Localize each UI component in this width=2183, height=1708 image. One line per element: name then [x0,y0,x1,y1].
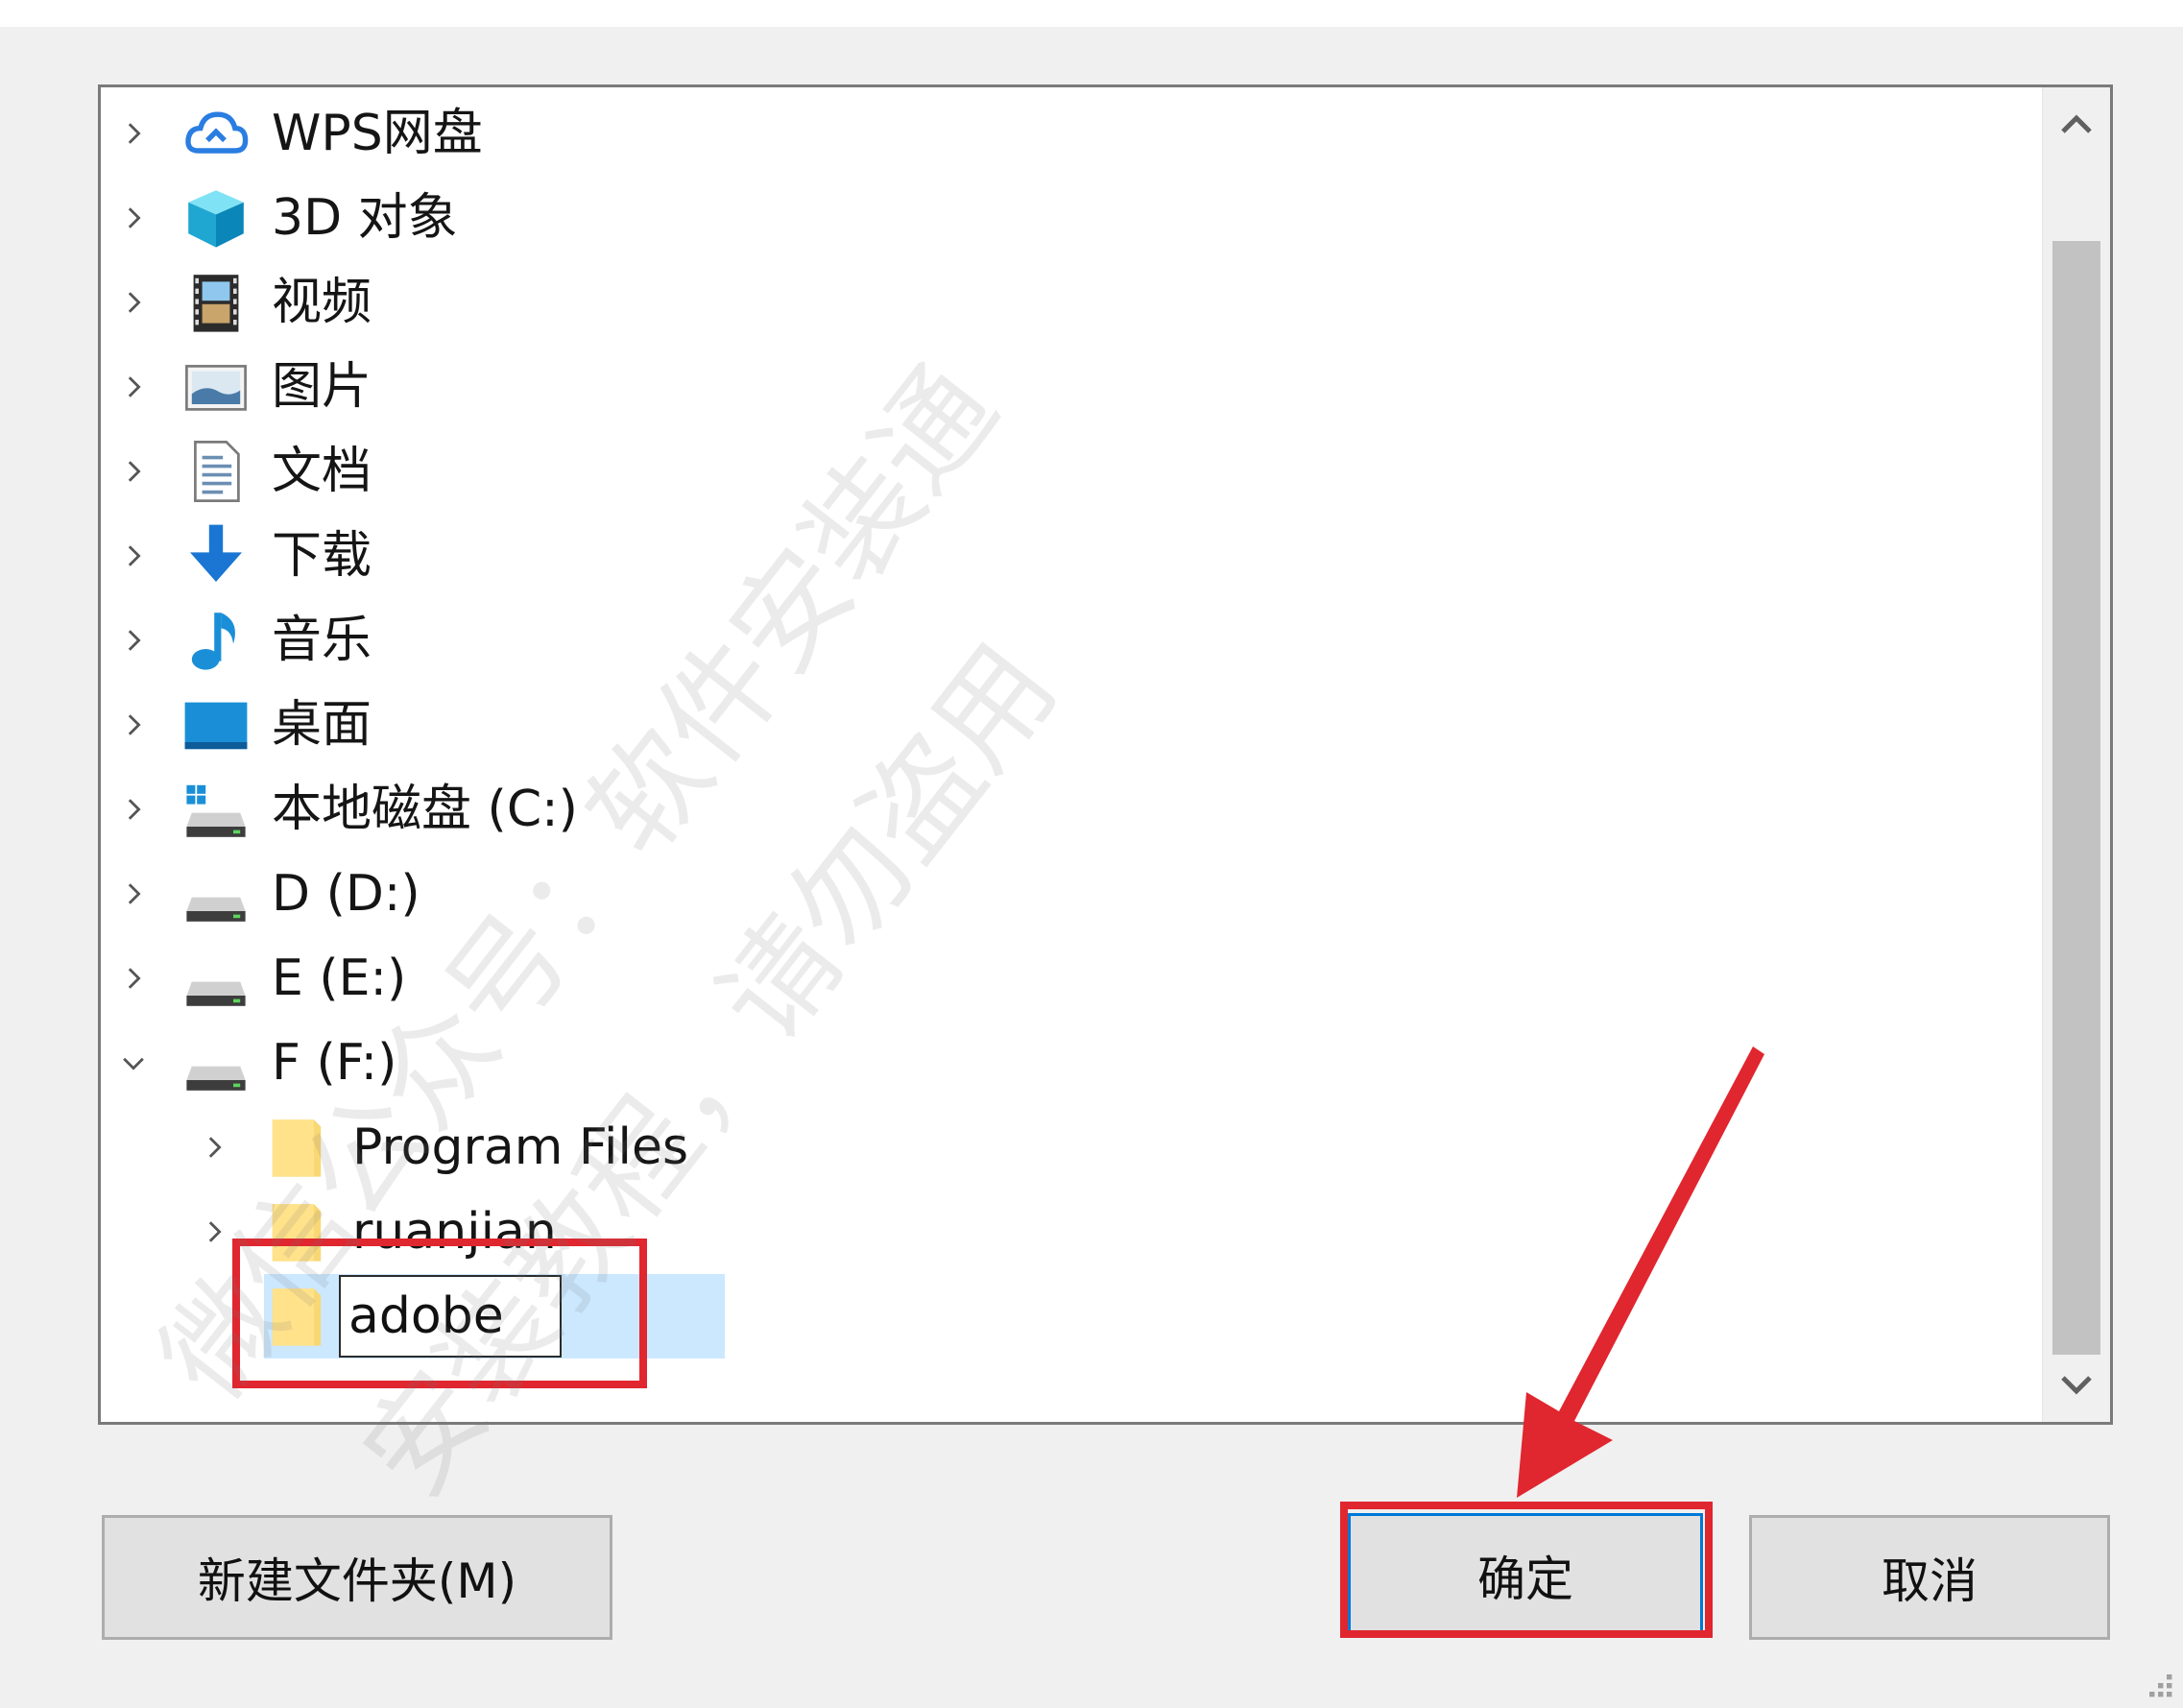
tree-item-label: WPS网盘 [272,105,483,162]
video-film-icon [181,268,251,337]
tree-item-label: E (E:) [272,950,407,1007]
cloud-icon [181,99,251,168]
chevron-right-icon[interactable] [112,91,155,176]
system-drive-icon [181,775,251,844]
tree-item-label: ruanjian [352,1203,557,1261]
new-folder-button[interactable]: 新建文件夹(M) [102,1515,612,1640]
chevron-right-icon[interactable] [112,176,155,260]
tree-item-label: F (F:) [272,1034,397,1092]
folder-icon [262,1282,331,1351]
drive-icon [181,944,251,1013]
tree-item-label: 桌面 [272,696,372,754]
tree-item-label: 本地磁盘 (C:) [272,781,578,838]
chevron-right-icon[interactable] [112,429,155,514]
tree-item-drive-e[interactable]: E (E:) [101,936,2045,1021]
chevron-down-icon[interactable] [112,1021,155,1105]
vertical-scrollbar[interactable] [2042,87,2110,1422]
tree-item-downloads[interactable]: 下载 [101,514,2045,598]
ok-button[interactable]: 确定 [1348,1513,1703,1638]
chevron-right-icon[interactable] [112,260,155,345]
browse-folder-dialog: WPS网盘 3D 对象 视频 图片 文档 下载 音乐 桌面 本地磁盘 (C:) … [0,0,2183,1708]
chevron-right-icon[interactable] [112,936,155,1021]
folder-tree[interactable]: WPS网盘 3D 对象 视频 图片 文档 下载 音乐 桌面 本地磁盘 (C:) … [98,84,2113,1425]
tree-item-3d-objects[interactable]: 3D 对象 [101,176,2045,260]
drive-icon [181,1028,251,1097]
chevron-right-icon[interactable] [112,598,155,683]
rename-folder-input[interactable] [339,1275,562,1358]
chevron-right-icon[interactable] [112,683,155,767]
chevron-up-icon [2061,114,2092,133]
documents-icon [181,437,251,506]
chevron-right-icon[interactable] [193,1105,235,1190]
tree-item-desktop[interactable]: 桌面 [101,683,2045,767]
tree-item-label: 图片 [272,358,372,416]
folder-icon [262,1113,331,1182]
tree-item-label: 下载 [272,527,372,585]
tree-item-program-files[interactable]: Program Files [101,1105,2045,1190]
resize-grip-icon[interactable] [2141,1666,2175,1700]
drive-icon [181,859,251,928]
tree-item-label: 视频 [272,274,372,331]
tree-item-pictures[interactable]: 图片 [101,345,2045,429]
tree-item-label: Program Files [352,1119,689,1176]
chevron-right-icon[interactable] [112,852,155,936]
cancel-button[interactable]: 取消 [1749,1515,2110,1640]
pictures-icon [181,352,251,421]
tree-item-music[interactable]: 音乐 [101,598,2045,683]
tree-item-label: D (D:) [272,865,420,923]
chevron-right-icon[interactable] [112,767,155,852]
tree-item-videos[interactable]: 视频 [101,260,2045,345]
tree-item-drive-c[interactable]: 本地磁盘 (C:) [101,767,2045,852]
tree-item-ruanjian[interactable]: ruanjian [101,1190,2045,1274]
scroll-up-button[interactable] [2043,87,2110,164]
chevron-right-icon[interactable] [112,514,155,598]
tree-item-label: 音乐 [272,612,372,669]
tree-item-label: 文档 [272,443,372,500]
scroll-down-button[interactable] [2043,1345,2110,1422]
desktop-icon [181,690,251,759]
download-arrow-icon [181,521,251,590]
folder-icon [262,1197,331,1266]
music-note-icon [181,606,251,675]
chevron-right-icon[interactable] [112,345,155,429]
scroll-thumb[interactable] [2052,241,2100,1355]
dialog-top-edge [0,0,2183,27]
tree-item-documents[interactable]: 文档 [101,429,2045,514]
tree-item-drive-f[interactable]: F (F:) [101,1021,2045,1105]
tree-item-drive-d[interactable]: D (D:) [101,852,2045,936]
tree-item-label: 3D 对象 [272,189,458,247]
chevron-down-icon [2061,1376,2092,1395]
3d-cube-icon [181,183,251,253]
tree-item-wps-cloud[interactable]: WPS网盘 [101,91,2045,176]
chevron-right-icon[interactable] [193,1190,235,1274]
